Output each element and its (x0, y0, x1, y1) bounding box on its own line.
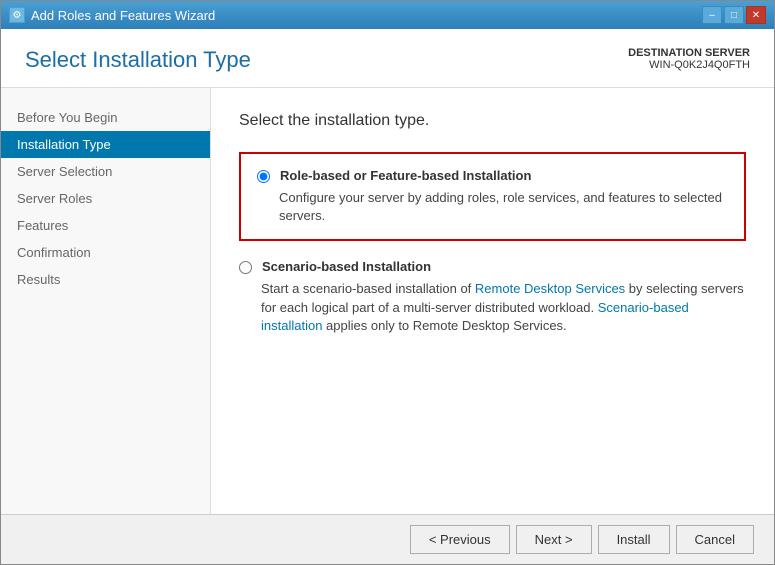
wizard-header: Select Installation Type DESTINATION SER… (1, 29, 774, 88)
sidebar-item-results[interactable]: Results (1, 266, 210, 293)
option1-desc: Configure your server by adding roles, r… (279, 189, 728, 225)
wizard-window: ⚙ Add Roles and Features Wizard – □ ✕ Se… (0, 0, 775, 565)
minimize-button[interactable]: – (702, 6, 722, 24)
option2-radio[interactable] (239, 261, 252, 274)
install-button[interactable]: Install (598, 525, 670, 554)
panel-heading: Select the installation type. (239, 112, 746, 130)
option2-desc-part3: applies only to Remote Desktop Services. (322, 318, 566, 333)
previous-button[interactable]: < Previous (410, 525, 510, 554)
maximize-button[interactable]: □ (724, 6, 744, 24)
option2-desc-link[interactable]: Remote Desktop Services (475, 281, 625, 296)
dest-name: WIN-Q0K2J4Q0FTH (628, 59, 750, 71)
option1-label: Role-based or Feature-based Installation (280, 168, 531, 183)
option1-box[interactable]: Role-based or Feature-based Installation… (239, 152, 746, 241)
option2-desc-part1: Start a scenario-based installation of (261, 281, 475, 296)
wizard-body: Before You Begin Installation Type Serve… (1, 88, 774, 514)
wizard-title: Select Installation Type (25, 47, 251, 73)
window-controls: – □ ✕ (702, 6, 766, 24)
sidebar: Before You Begin Installation Type Serve… (1, 88, 211, 514)
wizard-footer: < Previous Next > Install Cancel (1, 514, 774, 564)
option1-row: Role-based or Feature-based Installation (257, 168, 728, 183)
title-bar: ⚙ Add Roles and Features Wizard – □ ✕ (1, 1, 774, 29)
sidebar-item-server-selection[interactable]: Server Selection (1, 158, 210, 185)
sidebar-item-server-roles[interactable]: Server Roles (1, 185, 210, 212)
close-button[interactable]: ✕ (746, 6, 766, 24)
option2-desc: Start a scenario-based installation of R… (261, 280, 746, 335)
content-area: Select Installation Type DESTINATION SER… (1, 29, 774, 564)
title-bar-left: ⚙ Add Roles and Features Wizard (9, 7, 215, 23)
main-panel: Select the installation type. Role-based… (211, 88, 774, 514)
cancel-button[interactable]: Cancel (676, 525, 754, 554)
window-title: Add Roles and Features Wizard (31, 8, 215, 23)
dest-label: DESTINATION SERVER (628, 47, 750, 59)
next-button[interactable]: Next > (516, 525, 592, 554)
sidebar-item-confirmation[interactable]: Confirmation (1, 239, 210, 266)
sidebar-item-features[interactable]: Features (1, 212, 210, 239)
option1-radio[interactable] (257, 170, 270, 183)
destination-server-info: DESTINATION SERVER WIN-Q0K2J4Q0FTH (628, 47, 750, 71)
sidebar-item-before-you-begin[interactable]: Before You Begin (1, 104, 210, 131)
option2-label: Scenario-based Installation (262, 259, 431, 274)
option2-row: Scenario-based Installation (239, 259, 746, 274)
option2-section: Scenario-based Installation Start a scen… (239, 259, 746, 335)
app-icon: ⚙ (9, 7, 25, 23)
sidebar-item-installation-type[interactable]: Installation Type (1, 131, 210, 158)
